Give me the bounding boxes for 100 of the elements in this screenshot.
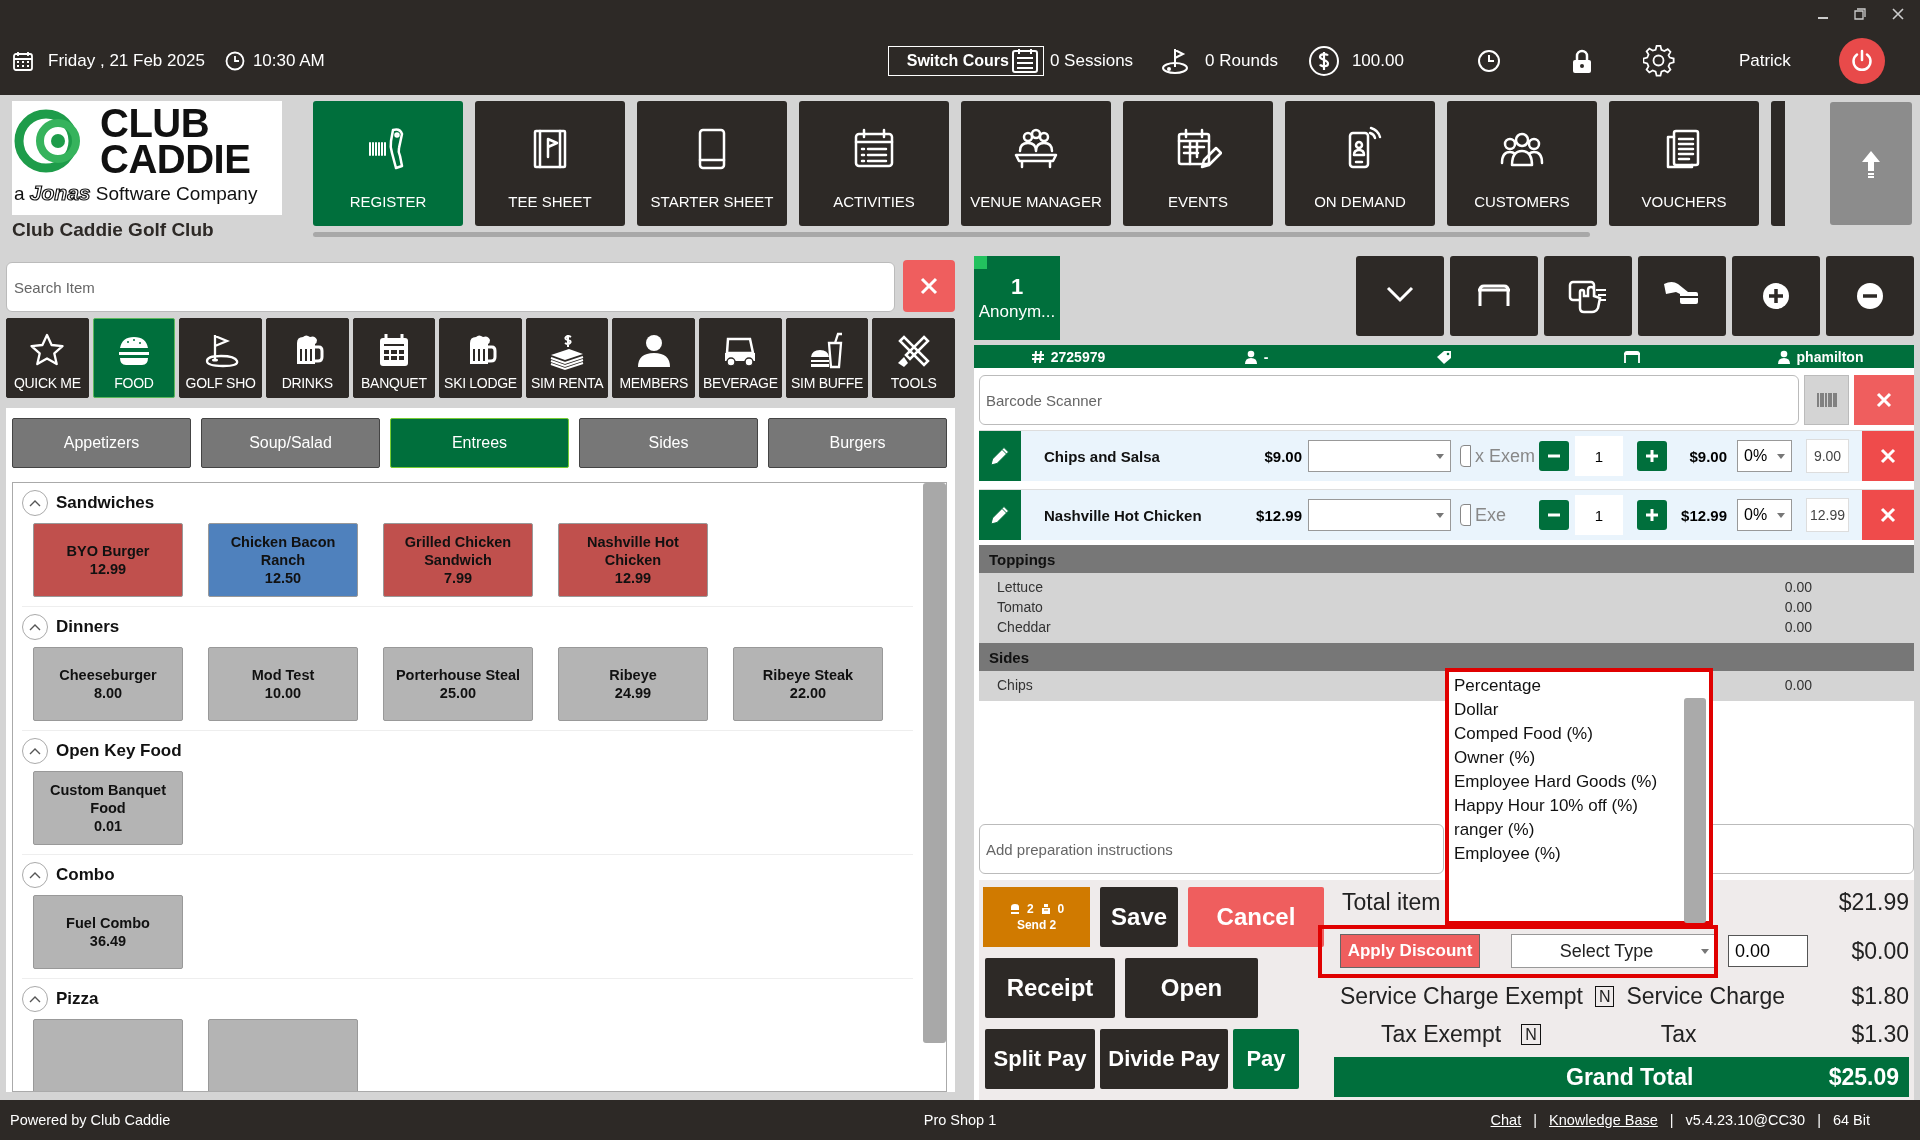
menu-item-tile[interactable]: Ribeye 24.99 [558, 647, 708, 721]
decrease-button[interactable] [1539, 441, 1569, 471]
discount-amount-field[interactable]: 0.00 [1728, 935, 1808, 967]
decrease-button[interactable] [1539, 500, 1569, 530]
action-button[interactable]: Split Pay [985, 1029, 1095, 1089]
menu-item-tile[interactable]: BYO Burger 12.99 [33, 523, 183, 597]
quantity-field[interactable]: 1 [1575, 495, 1623, 535]
category-tile[interactable]: BEVERAGE [699, 318, 782, 398]
modifier-dropdown[interactable] [1308, 440, 1451, 472]
remove-button[interactable] [1862, 431, 1914, 481]
quantity-field[interactable]: 1 [1575, 436, 1623, 476]
module-tile[interactable]: STARTER SHEET [637, 101, 787, 226]
menu-item-tile[interactable]: Grilled Chicken Sandwich 7.99 [383, 523, 533, 597]
module-tile[interactable]: VENUE MANAGER [961, 101, 1111, 226]
category-tile[interactable]: FOOD [92, 318, 176, 398]
amount-field[interactable]: 12.99 [1806, 498, 1849, 532]
category-tile[interactable]: SKI LODGE [439, 318, 522, 398]
menu-item-tile[interactable]: Fuel Combo 36.49 [33, 895, 183, 969]
order-tab[interactable]: 1 Anonym... [974, 256, 1060, 340]
menu-item-tile[interactable] [33, 1019, 183, 1091]
modifier-dropdown[interactable] [1308, 499, 1451, 531]
menu-item-tile[interactable]: Custom Banquet Food 0.01 [33, 771, 183, 845]
toolbar-button[interactable] [1450, 256, 1538, 336]
power-button[interactable] [1838, 38, 1885, 84]
subcategory-tab[interactable]: Soup/Salad [201, 418, 380, 468]
footer-link[interactable]: Knowledge Base [1549, 1112, 1658, 1128]
pay-button[interactable]: Pay [1233, 1029, 1299, 1089]
collapse-button[interactable] [22, 862, 48, 888]
clear-button[interactable] [903, 260, 955, 312]
discount-dropdown[interactable]: 0% [1737, 440, 1792, 472]
collapse-button[interactable] [22, 986, 48, 1012]
category-tile[interactable]: SIM RENTA [525, 318, 609, 398]
remove-button[interactable] [1862, 490, 1914, 540]
increase-button[interactable] [1637, 441, 1667, 471]
subcategory-tab[interactable]: Appetizers [12, 418, 191, 468]
collapse-button[interactable] [22, 490, 48, 516]
menu-item-tile[interactable]: Cheeseburger 8.00 [33, 647, 183, 721]
category-tile[interactable]: TOOLS [872, 318, 955, 398]
action-button[interactable]: Receipt [985, 958, 1115, 1018]
menu-item-tile[interactable] [208, 1019, 358, 1091]
action-button[interactable]: Open [1125, 958, 1258, 1018]
scrollbar[interactable] [1684, 698, 1706, 923]
toolbar-button[interactable] [1638, 256, 1726, 336]
edit-button[interactable] [979, 490, 1021, 540]
barcode-button[interactable] [1804, 375, 1849, 425]
collapse-button[interactable] [22, 738, 48, 764]
toolbar-button[interactable] [1826, 256, 1914, 336]
action-button[interactable]: Save [1100, 887, 1178, 947]
edit-button[interactable] [979, 431, 1021, 481]
switch-course-button[interactable]: Switch Cours [887, 46, 1044, 76]
module-tile[interactable]: CUSTOMERS [1447, 101, 1597, 226]
preparation-field[interactable]: Add preparation instructions [979, 824, 1444, 874]
dropdown-option[interactable]: Happy Hour 10% off (%) [1454, 796, 1684, 820]
collapse-button[interactable] [22, 614, 48, 640]
subcategory-tab[interactable]: Entrees [390, 418, 569, 468]
category-tile[interactable]: DRINKS [265, 318, 349, 398]
module-tile[interactable]: VOUCHERS [1609, 101, 1759, 226]
scrollbar[interactable] [923, 483, 946, 1043]
module-tile[interactable]: ON DEMAND [1285, 101, 1435, 226]
module-tile[interactable]: EVENTS [1123, 101, 1273, 226]
dropdown-option[interactable]: Employee (%) [1454, 844, 1684, 868]
module-tile[interactable] [1771, 101, 1785, 226]
menu-item-tile[interactable]: Mod Test 10.00 [208, 647, 358, 721]
menu-item-tile[interactable]: Nashville Hot Chicken 12.99 [558, 523, 708, 597]
scrollbar[interactable] [313, 232, 1590, 237]
menu-item-tile[interactable]: Chicken Bacon Ranch 12.50 [208, 523, 358, 597]
discount-type-dropdown[interactable]: Select Type [1511, 934, 1717, 968]
group-title: Sandwiches [56, 493, 155, 513]
menu-item-tile[interactable]: Ribeye Steak 22.00 [733, 647, 883, 721]
category-tile[interactable]: QUICK ME [6, 318, 89, 398]
category-tile[interactable]: GOLF SHO [179, 318, 262, 398]
amount-field[interactable]: 9.00 [1806, 439, 1849, 473]
module-tile[interactable]: REGISTER [313, 101, 463, 226]
exempt-checkbox[interactable] [1460, 504, 1471, 526]
search-field[interactable]: Search Item [6, 262, 895, 312]
subcategory-tab[interactable]: Sides [579, 418, 758, 468]
module-tile[interactable]: TEE SHEET [475, 101, 625, 226]
footer-link[interactable]: Chat [1490, 1112, 1522, 1128]
toolbar-button[interactable] [1732, 256, 1820, 336]
dropdown-option[interactable]: Comped Food (%) [1454, 724, 1684, 748]
increase-button[interactable] [1637, 500, 1667, 530]
subcategory-tab[interactable]: Burgers [768, 418, 947, 468]
tax-exempt-label: Tax Exempt [1381, 1020, 1502, 1048]
dropdown-option[interactable]: Owner (%) [1454, 748, 1684, 772]
toolbar-button[interactable] [1544, 256, 1632, 336]
dropdown-option[interactable]: ranger (%) [1454, 820, 1684, 844]
barcode-field[interactable]: Barcode Scanner [979, 375, 1799, 425]
category-tile[interactable]: BANQUET [352, 318, 436, 398]
category-tile[interactable]: MEMBERS [612, 318, 696, 398]
minimize-icon [1818, 16, 1828, 19]
action-button[interactable]: Divide Pay [1100, 1029, 1228, 1089]
dropdown-option[interactable]: Dollar [1454, 700, 1684, 724]
dropdown-option[interactable]: Percentage [1454, 676, 1684, 700]
dropdown-option[interactable]: Employee Hard Goods (%) [1454, 772, 1684, 796]
exempt-checkbox[interactable] [1460, 445, 1471, 467]
category-tile[interactable]: SIM BUFFE [785, 318, 869, 398]
menu-item-tile[interactable]: Porterhouse Steal 25.00 [383, 647, 533, 721]
discount-dropdown[interactable]: 0% [1737, 499, 1792, 531]
module-tile[interactable]: ACTIVITIES [799, 101, 949, 226]
clear-button[interactable] [1854, 375, 1914, 425]
